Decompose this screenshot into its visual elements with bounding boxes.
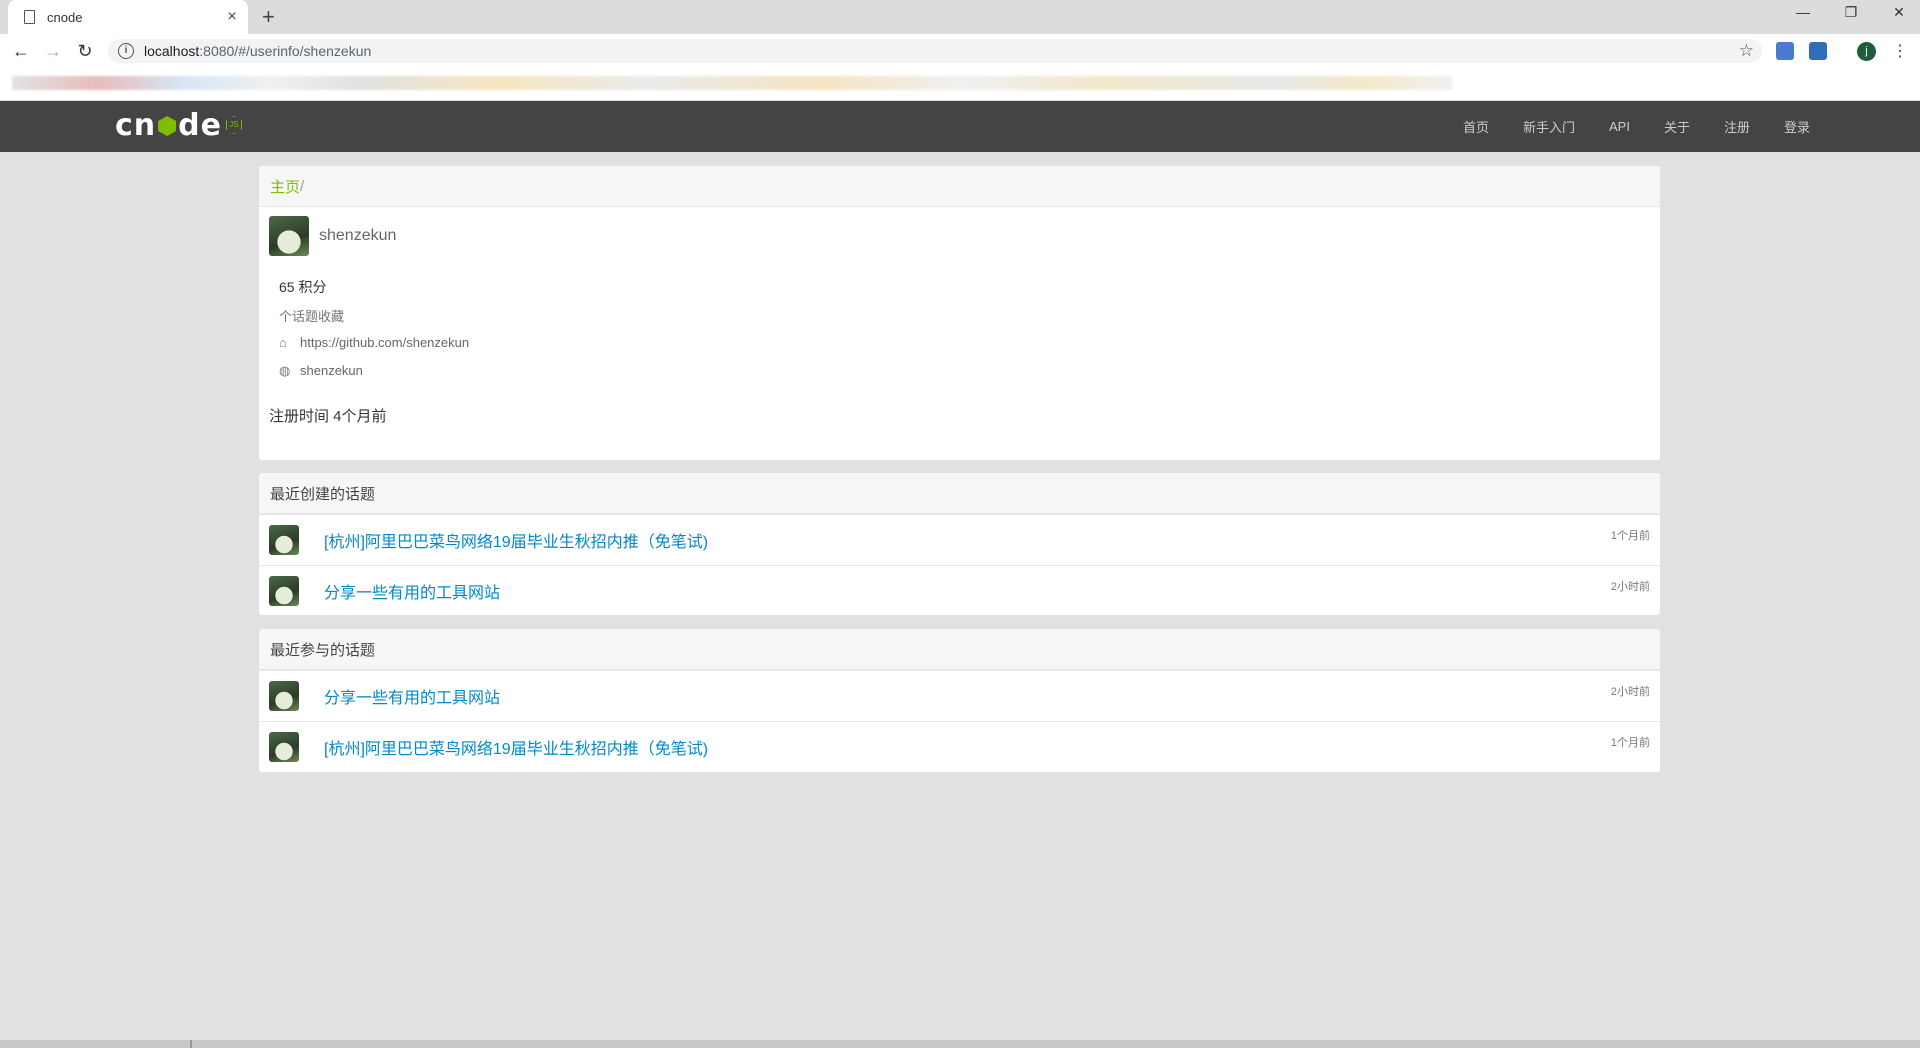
browser-menu-icon[interactable]: ⋮ [1892,41,1908,61]
topic-title-link[interactable]: [杭州]阿里巴巴菜鸟网络19届毕业生秋招内推（免笔试) [324,528,708,552]
new-tab-button[interactable]: + [262,4,275,30]
topic-author-avatar[interactable] [269,681,299,711]
homepage-line: ⌂ https://github.com/shenzekun [279,335,469,350]
screenshot-extension-icon[interactable] [1809,42,1827,60]
recent-created-panel: 最近创建的话题 [杭州]阿里巴巴菜鸟网络19届毕业生秋招内推（免笔试) 1个月前… [259,473,1660,615]
github-line: ◍ shenzekun [279,363,363,378]
homepage-link[interactable]: https://github.com/shenzekun [300,335,469,350]
taskbar-divider [190,1040,192,1048]
close-window-button[interactable]: ✕ [1884,4,1914,21]
github-icon: ◍ [279,363,291,378]
nav-api[interactable]: API [1609,119,1630,134]
minimize-button[interactable]: — [1788,4,1818,20]
bookmarks-bar [0,68,1920,101]
topic-time: 2小时前 [1610,581,1650,593]
page-icon [24,10,35,24]
forward-icon[interactable]: → [42,41,64,61]
taskbar-edge [0,1040,1920,1048]
topic-collect-link[interactable]: 个话题收藏 [279,306,344,325]
username: shenzekun [319,227,397,244]
topic-row: [杭州]阿里巴巴菜鸟网络19届毕业生秋招内推（免笔试) 1个月前 [259,514,1660,565]
github-username[interactable]: shenzekun [300,363,363,378]
user-identity: shenzekun [269,216,396,256]
url-path: :8080/#/userinfo/shenzekun [199,43,372,59]
recent-replied-panel: 最近参与的话题 分享一些有用的工具网站 2小时前 [杭州]阿里巴巴菜鸟网络19届… [259,629,1660,772]
reload-icon[interactable]: ↻ [74,41,96,61]
nav-register[interactable]: 注册 [1724,117,1750,136]
nav-getting-started[interactable]: 新手入门 [1523,117,1575,136]
topic-author-avatar[interactable] [269,732,299,762]
topic-title-link[interactable]: 分享一些有用的工具网站 [324,579,500,603]
translate-extension-icon[interactable] [1776,42,1794,60]
topic-row: 分享一些有用的工具网站 2小时前 [259,670,1660,721]
topic-row: 分享一些有用的工具网站 2小时前 [259,565,1660,616]
home-icon: ⌂ [279,335,287,350]
topic-title-link[interactable]: 分享一些有用的工具网站 [324,684,500,708]
tab-close-button[interactable]: × [222,8,242,26]
blurred-bookmarks [12,76,1452,90]
user-score: 65 积分 [279,279,327,295]
browser-toolbar: ← → ↻ i localhost:8080/#/userinfo/shenze… [0,34,1920,68]
user-avatar[interactable] [269,216,309,256]
recent-replied-header: 最近参与的话题 [259,629,1660,670]
nodejs-icon: JS [225,116,242,134]
topic-time: 2小时前 [1610,686,1650,698]
breadcrumb: 主页 / [259,166,1660,207]
bookmark-star-icon[interactable]: ☆ [1739,41,1754,61]
address-bar[interactable]: i localhost:8080/#/userinfo/shenzekun ☆ [108,39,1762,63]
back-icon[interactable]: ← [10,41,32,61]
breadcrumb-separator: / [300,177,305,195]
cnode-logo[interactable]: cn de JS [115,107,242,143]
topic-author-avatar[interactable] [269,525,299,555]
browser-tab-strip: cnode × + — ❐ ✕ [0,0,1920,34]
profile-avatar[interactable]: j [1857,42,1876,61]
logo-hexagon-icon [158,116,177,136]
topic-row: [杭州]阿里巴巴菜鸟网络19届毕业生秋招内推（免笔试) 1个月前 [259,721,1660,772]
site-info-icon[interactable]: i [118,43,134,59]
nav-login[interactable]: 登录 [1784,117,1810,136]
nav-home[interactable]: 首页 [1463,117,1489,136]
url-host: localhost [144,43,200,59]
breadcrumb-home[interactable]: 主页 [270,176,300,197]
restore-button[interactable]: ❐ [1836,4,1866,21]
topic-title-link[interactable]: [杭州]阿里巴巴菜鸟网络19届毕业生秋招内推（免笔试) [324,735,708,759]
topic-time: 1个月前 [1610,737,1650,749]
topic-author-avatar[interactable] [269,576,299,606]
register-time: 注册时间 4个月前 [269,408,387,425]
nav-about[interactable]: 关于 [1664,117,1690,136]
topic-time: 1个月前 [1610,530,1650,542]
site-navbar: cn de JS 首页 新手入门 API 关于 注册 登录 [0,101,1920,152]
nav-links: 首页 新手入门 API 关于 注册 登录 [1463,101,1920,152]
logo-text: cn de [115,107,222,143]
recent-created-header: 最近创建的话题 [259,473,1660,514]
tab-title: cnode [47,9,83,25]
browser-tab[interactable]: cnode × [8,0,248,34]
user-profile-panel: 主页 / shenzekun 65 积分 个话题收藏 ⌂ https://gith… [259,166,1660,460]
